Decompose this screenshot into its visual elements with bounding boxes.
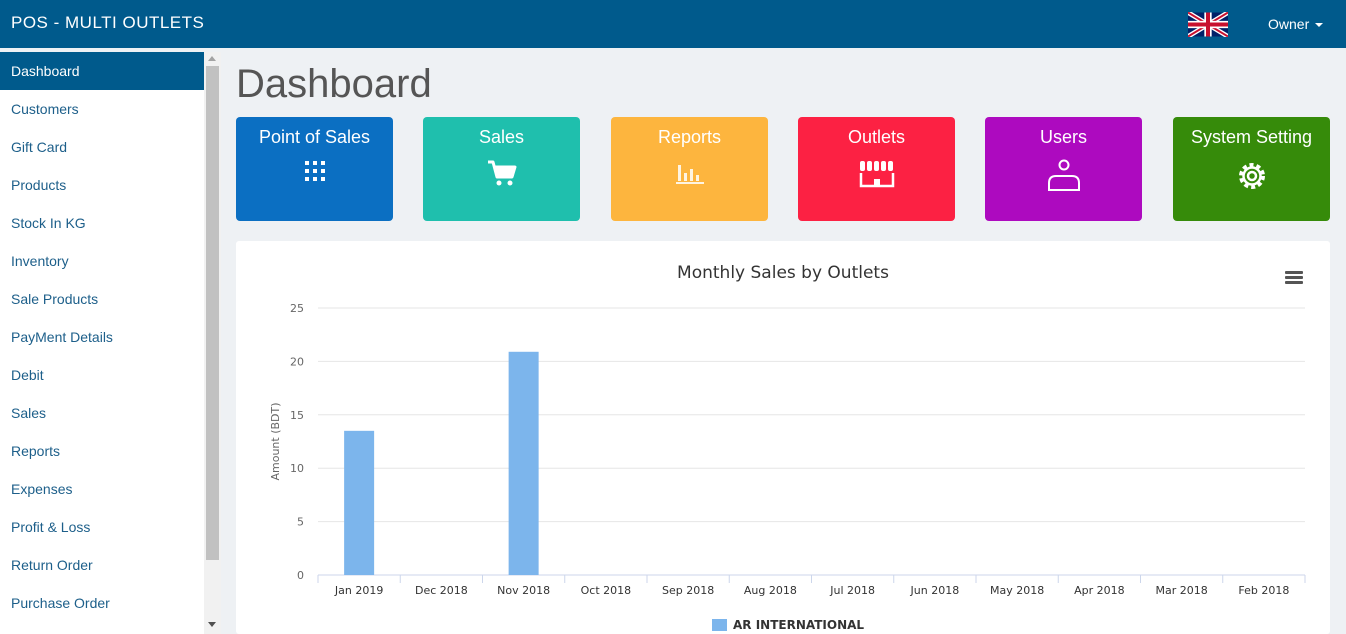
user-icon [1047, 159, 1080, 191]
sidebar-item-stock-in-kg[interactable]: Stock In KG [0, 204, 204, 242]
monthly-sales-chart: 0 5 10 15 20 25 Amount (BDT) Jan 2019 Dec 2018 No… [269, 302, 1306, 597]
sidebar-item-return-order[interactable]: Return Order [0, 546, 204, 584]
tile-reports[interactable]: Reports [611, 117, 768, 221]
bar-chart-icon [675, 165, 704, 184]
y-tick-label: 25 [290, 302, 304, 315]
bar-nov-2018 [508, 351, 539, 575]
x-tick-label: Sep 2018 [662, 584, 714, 597]
y-tick-label: 0 [297, 569, 304, 582]
sidebar-item-profit-loss[interactable]: Profit & Loss [0, 508, 204, 546]
tile-point-of-sales[interactable]: Point of Sales [236, 117, 393, 221]
user-menu-dropdown[interactable]: Owner [1268, 16, 1324, 32]
arrow-up-icon [208, 56, 216, 61]
x-tick-label: Aug 2018 [744, 584, 797, 597]
x-tick-label: Jul 2018 [829, 584, 875, 597]
scroll-up-arrow[interactable] [204, 52, 221, 66]
tile-label: Point of Sales [258, 127, 371, 147]
tile-label: Sales [478, 127, 525, 147]
x-tick-label: Feb 2018 [1238, 584, 1289, 597]
x-tick-label: Jan 2019 [334, 584, 383, 597]
store-icon [859, 161, 894, 188]
legend-label: AR INTERNATIONAL [733, 618, 865, 632]
sidebar-scrollbar[interactable] [204, 52, 221, 634]
chart-menu-icon[interactable] [1285, 271, 1303, 285]
y-axis-label: Amount (BDT) [269, 402, 282, 480]
sidebar-item-inventory[interactable]: Inventory [0, 242, 204, 280]
sidebar-item-purchase-order[interactable]: Purchase Order [0, 584, 204, 622]
chart-legend-item[interactable]: AR INTERNATIONAL [712, 618, 864, 632]
x-tick-label: Apr 2018 [1074, 584, 1125, 597]
chart-title: Monthly Sales by Outlets [677, 263, 889, 283]
chart-panel: 0 5 10 15 20 25 Amount (BDT) Jan 2019 Dec 2018 No… [236, 241, 1330, 634]
bar-jan-2019 [344, 430, 375, 575]
tile-label: Reports [657, 127, 722, 147]
tile-system-setting[interactable]: System Setting [1173, 117, 1330, 221]
tile-label: System Setting [1190, 127, 1313, 147]
caret-down-icon [1315, 23, 1324, 27]
tile-label: Users [1039, 127, 1087, 147]
uk-flag-icon[interactable] [1188, 12, 1228, 37]
sidebar-item-products[interactable]: Products [0, 166, 204, 204]
x-tick-label: Jun 2018 [910, 584, 960, 597]
y-tick-label: 15 [290, 409, 304, 422]
tile-users[interactable]: Users [985, 117, 1142, 221]
user-menu-label: Owner [1268, 16, 1310, 32]
top-navbar: POS - MULTI OUTLETS Owner [0, 0, 1346, 48]
sidebar-item-sales[interactable]: Sales [0, 394, 204, 432]
y-tick-label: 5 [297, 516, 304, 529]
arrow-down-icon [208, 622, 216, 627]
sidebar-item-sale-products[interactable]: Sale Products [0, 280, 204, 318]
legend-swatch [712, 619, 727, 631]
scroll-down-arrow[interactable] [204, 618, 221, 632]
sidebar-item-payment-details[interactable]: PayMent Details [0, 318, 204, 356]
x-tick-label: Dec 2018 [415, 584, 468, 597]
sidebar-item-customers[interactable]: Customers [0, 90, 204, 128]
x-tick-label: Oct 2018 [581, 584, 632, 597]
scroll-thumb[interactable] [206, 66, 219, 560]
cart-icon [487, 160, 516, 186]
brand-title[interactable]: POS - MULTI OUTLETS [11, 13, 204, 33]
sidebar-item-gift-card[interactable]: Gift Card [0, 128, 204, 166]
page-title: Dashboard [236, 62, 432, 106]
y-tick-label: 20 [290, 355, 304, 368]
y-tick-label: 10 [290, 462, 304, 475]
x-tick-label: May 2018 [990, 584, 1044, 597]
sidebar-item-reports[interactable]: Reports [0, 432, 204, 470]
x-tick-label: Nov 2018 [497, 584, 550, 597]
sidebar-item-debit[interactable]: Debit [0, 356, 204, 394]
sidebar-item-dashboard[interactable]: Dashboard [0, 52, 204, 90]
tile-outlets[interactable]: Outlets [798, 117, 955, 221]
sidebar-item-expenses[interactable]: Expenses [0, 470, 204, 508]
tile-label: Outlets [847, 127, 906, 147]
gear-icon [1238, 163, 1265, 189]
grid-icon [304, 161, 325, 181]
x-tick-label: Mar 2018 [1156, 584, 1208, 597]
tile-sales[interactable]: Sales [423, 117, 580, 221]
sidebar: Dashboard Customers Gift Card Products S… [0, 52, 204, 634]
